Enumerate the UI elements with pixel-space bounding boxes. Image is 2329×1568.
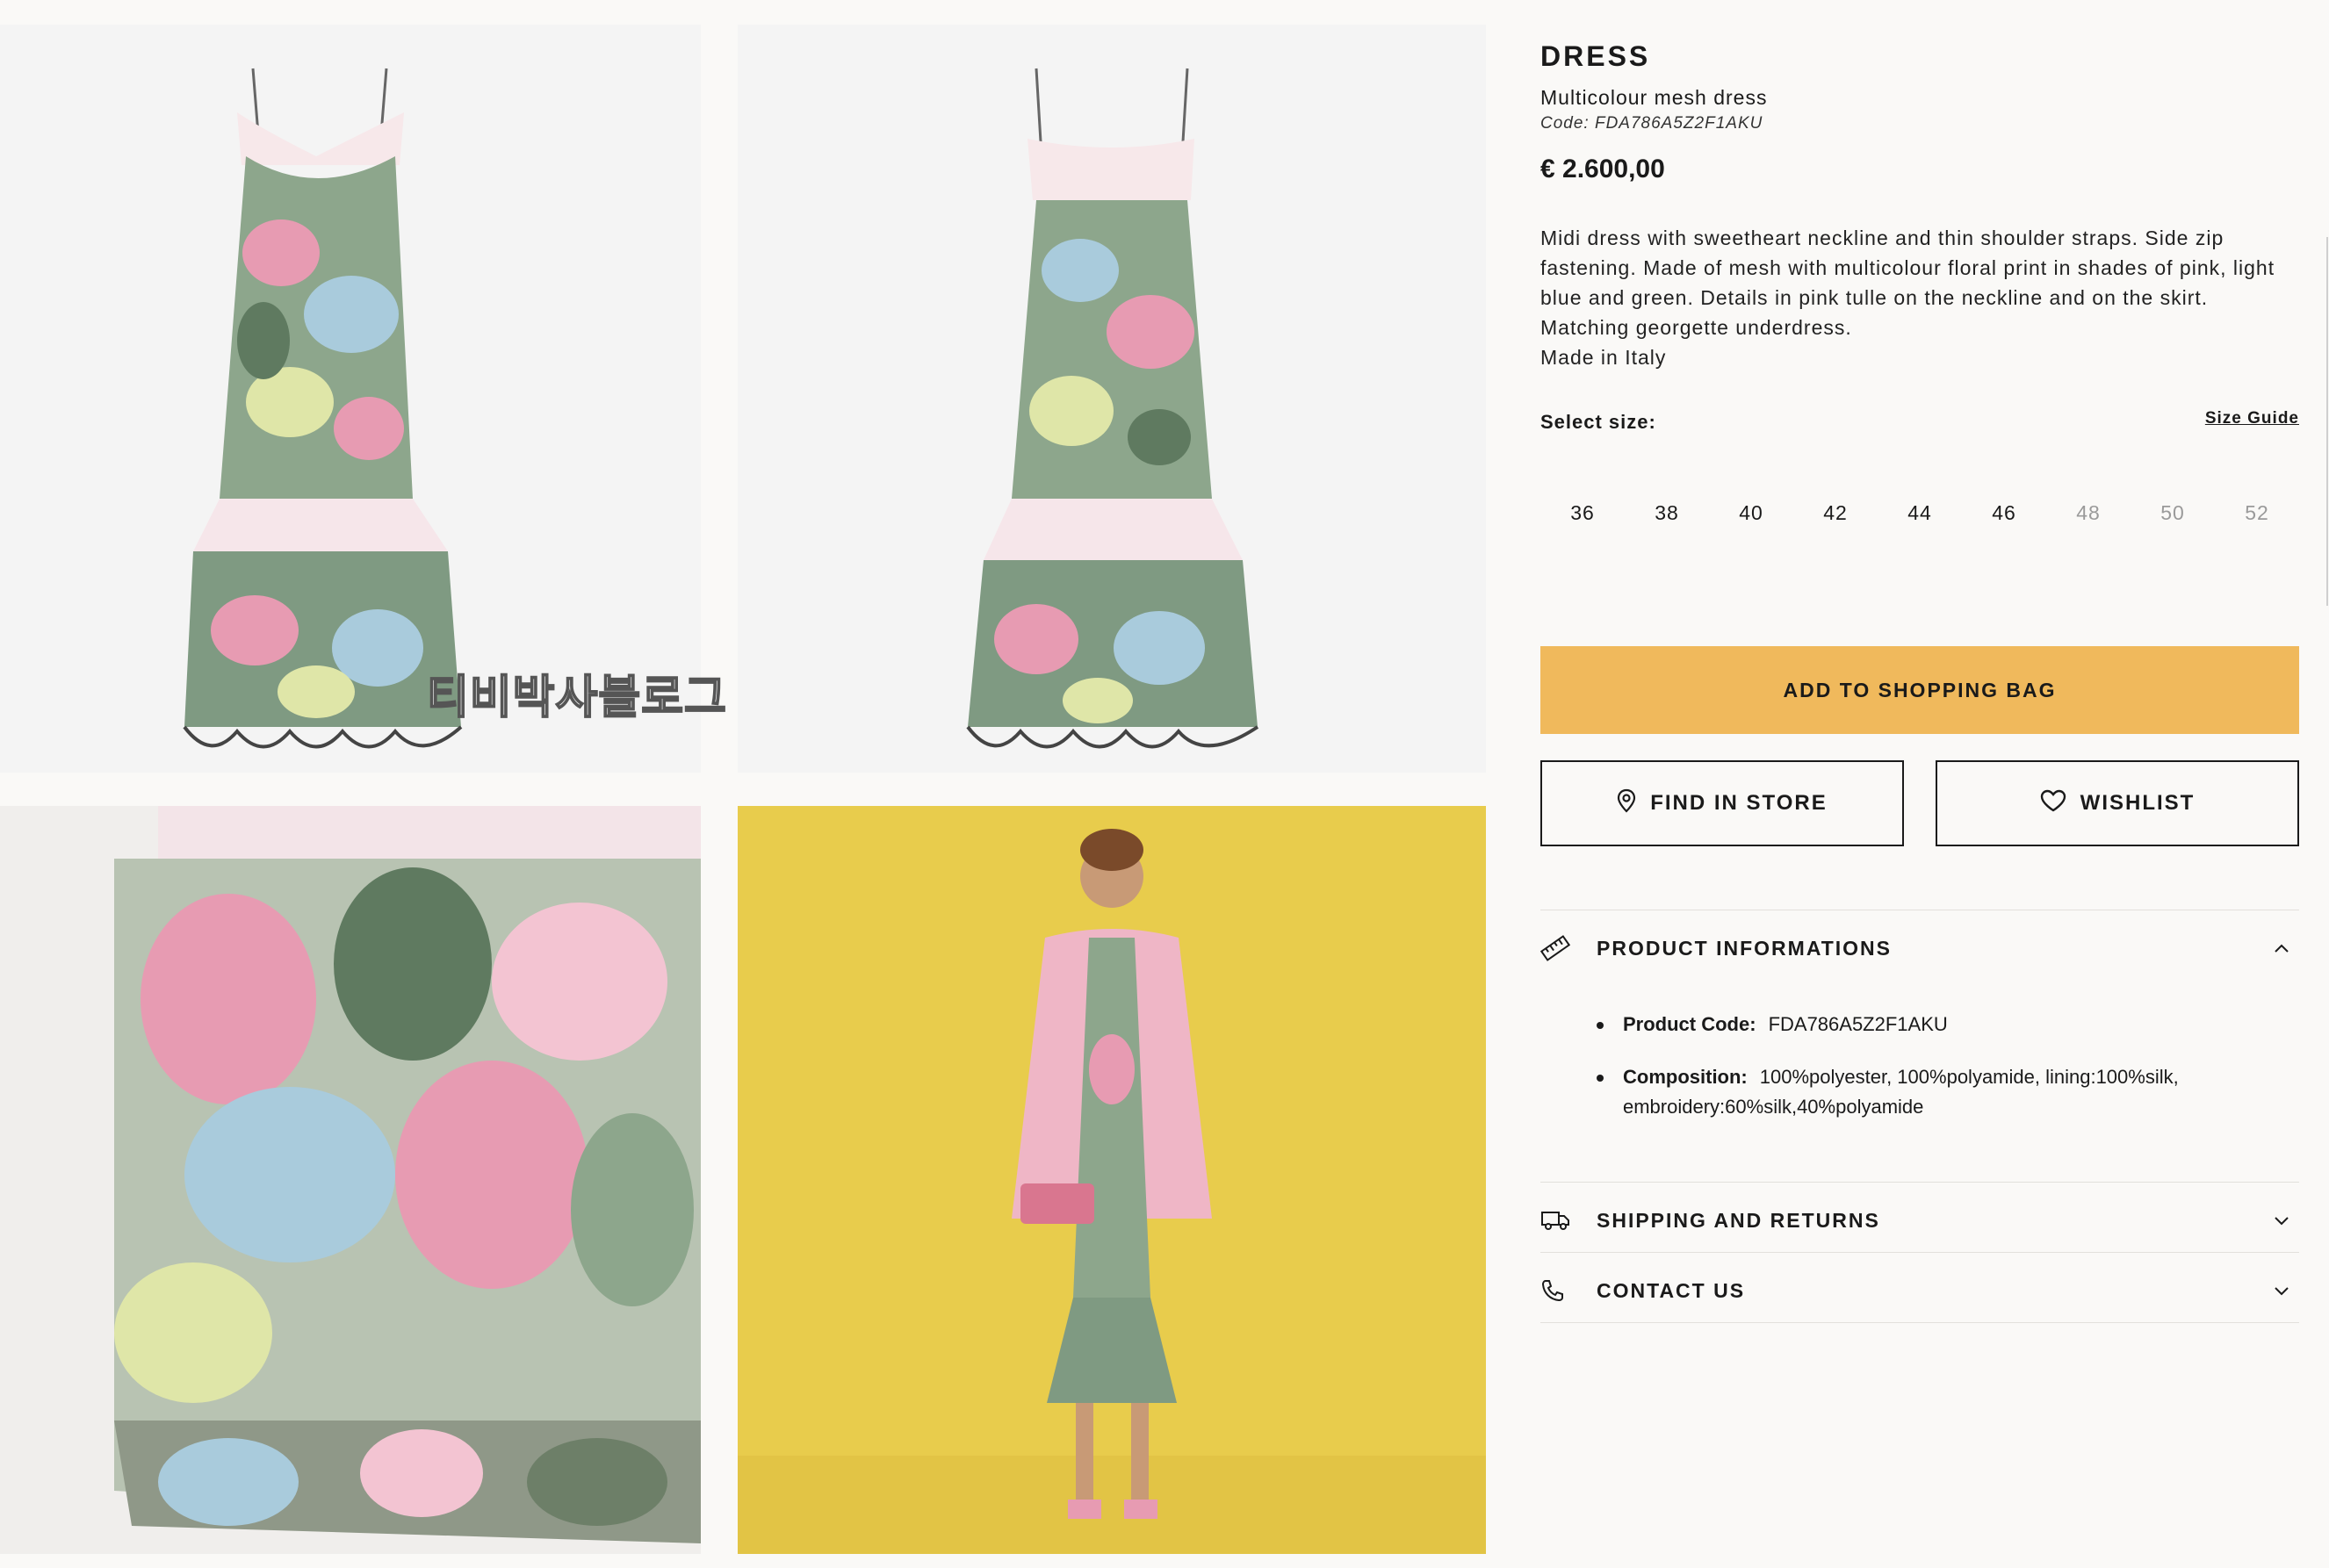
size-option-48[interactable]: 48 [2046,492,2131,534]
product-info-list: Product Code: FDA786A5Z2F1AKU Composition… [1597,1010,2282,1145]
chevron-up-icon [2264,943,2299,953]
size-options: 36 38 40 42 44 46 48 50 52 [1540,492,2299,534]
info-composition-label: Composition: [1623,1066,1748,1088]
watermark-text: 티비박사블로그 [426,671,727,725]
accordion-contact-label: CONTACT US [1597,1278,1746,1302]
size-option-44[interactable]: 44 [1878,492,1962,534]
accordion-product-info-label: PRODUCT INFORMATIONS [1597,936,1893,960]
size-option-38[interactable]: 38 [1625,492,1709,534]
add-to-bag-button[interactable]: ADD TO SHOPPING BAG [1540,646,2299,734]
product-image-back[interactable] [738,25,1486,773]
size-option-52[interactable]: 52 [2215,492,2299,534]
info-code-value: FDA786A5Z2F1AKU [1768,1013,1948,1035]
find-in-store-button[interactable]: FIND IN STORE [1540,760,1904,846]
product-price: € 2.600,00 [1540,155,1665,183]
made-in-text: Made in Italy [1540,346,1667,369]
product-title: DRESS [1540,40,1651,72]
size-guide-link[interactable]: Size Guide [2205,409,2299,428]
product-panel: DRESS Multicolour mesh dress Code: FDA78… [1540,0,2299,1568]
chevron-down-icon [2264,1215,2299,1226]
product-description: Midi dress with sweetheart neckline and … [1540,223,2299,372]
size-option-36[interactable]: 36 [1540,492,1625,534]
phone-icon [1540,1278,1597,1303]
dress-back-illustration [738,25,1486,773]
size-option-50[interactable]: 50 [2131,492,2215,534]
size-option-46[interactable]: 46 [1962,492,2046,534]
truck-icon [1540,1209,1597,1232]
info-product-code: Product Code: FDA786A5Z2F1AKU [1597,1010,2282,1039]
ruler-icon [1540,935,1597,961]
info-composition: Composition: 100%polyester, 100%polyamide… [1597,1062,2282,1122]
chevron-down-icon [2264,1285,2299,1296]
heart-icon [2040,789,2066,818]
find-in-store-label: FIND IN STORE [1650,791,1828,815]
fabric-detail-illustration [0,806,701,1554]
size-option-42[interactable]: 42 [1793,492,1878,534]
size-option-40[interactable]: 40 [1709,492,1793,534]
divider [1540,1182,2299,1183]
accordion-shipping-label: SHIPPING AND RETURNS [1597,1208,1880,1232]
model-illustration [738,806,1486,1554]
accordion-contact[interactable]: CONTACT US [1540,1266,2299,1315]
select-size-label: Select size: [1540,411,1656,433]
wishlist-label: WISHLIST [2080,791,2196,815]
info-code-label: Product Code: [1623,1013,1756,1035]
scrollbar[interactable] [2325,237,2329,606]
divider [1540,1322,2299,1323]
accordion-product-info[interactable]: PRODUCT INFORMATIONS [1540,924,2299,973]
product-image-detail[interactable] [0,806,701,1554]
description-text: Midi dress with sweetheart neckline and … [1540,227,2275,339]
wishlist-button[interactable]: WISHLIST [1936,760,2299,846]
location-pin-icon [1617,788,1636,819]
product-subtitle: Multicolour mesh dress [1540,86,1768,109]
product-code: Code: FDA786A5Z2F1AKU [1540,114,1763,133]
accordion-shipping[interactable]: SHIPPING AND RETURNS [1540,1196,2299,1245]
product-image-model[interactable] [738,806,1486,1554]
divider [1540,1252,2299,1253]
